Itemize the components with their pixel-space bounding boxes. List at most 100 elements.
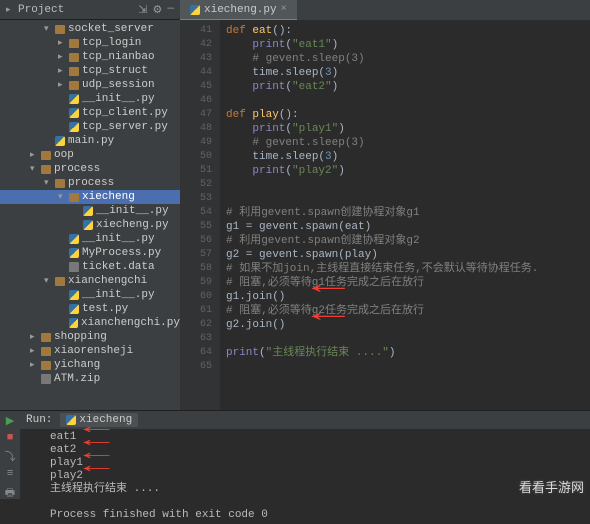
tree-item[interactable]: ▸yichang [0, 358, 180, 372]
code-line[interactable]: g1.join() [226, 290, 584, 304]
tree-item[interactable]: ▸tcp_struct [0, 64, 180, 78]
project-tool-header[interactable]: ▸ Project ⇲ ⚙ — [0, 0, 180, 20]
code-line[interactable]: # 利用gevent.spawn创建协程对象g1 [226, 206, 584, 220]
code-area[interactable]: def eat(): print("eat1") # gevent.sleep(… [220, 20, 590, 410]
tab-xiecheng[interactable]: xiecheng.py × [180, 0, 297, 20]
toggle-soft-wrap-icon[interactable]: ⤵ [5, 448, 16, 464]
tree-item[interactable]: tcp_server.py [0, 120, 180, 134]
collapse-icon[interactable]: ⇲ [138, 3, 147, 17]
code-line[interactable]: # 利用gevent.spawn创建协程对象g2 [226, 234, 584, 248]
py-icon [83, 220, 93, 230]
tree-item[interactable]: ▾xiecheng [0, 190, 180, 204]
tree-item[interactable]: ▸oop [0, 148, 180, 162]
tree-item[interactable]: __init__.py [0, 232, 180, 246]
file-icon [69, 262, 79, 272]
code-editor[interactable]: 4142434445464748495051525354555657585960… [180, 20, 590, 410]
code-line[interactable]: print("eat1") [226, 38, 584, 52]
tree-label: xiaorensheji [54, 345, 133, 357]
tree-item[interactable]: ▸tcp_nianbao [0, 50, 180, 64]
tree-label: __init__.py [96, 205, 169, 217]
code-line[interactable]: g1 = gevent.spawn(eat) [226, 220, 584, 234]
chevron-icon: ▸ [30, 332, 38, 342]
tree-item[interactable]: ▸udp_session [0, 78, 180, 92]
py-icon [69, 234, 79, 244]
tree-item[interactable]: ▾process [0, 176, 180, 190]
code-line[interactable]: # gevent.sleep(3) [226, 136, 584, 150]
tree-label: tcp_client.py [82, 107, 168, 119]
tree-item[interactable]: main.py [0, 134, 180, 148]
code-line[interactable]: def eat(): [226, 24, 584, 38]
tree-item[interactable]: __init__.py [0, 92, 180, 106]
rerun-icon[interactable]: ▶ [6, 414, 14, 428]
tree-label: __init__.py [82, 289, 155, 301]
stop-icon[interactable]: ■ [7, 432, 14, 444]
hide-icon[interactable]: — [167, 3, 174, 17]
code-line[interactable]: # gevent.sleep(3) [226, 52, 584, 66]
code-line[interactable] [226, 178, 584, 192]
tree-item[interactable]: __init__.py [0, 204, 180, 218]
code-line[interactable] [226, 360, 584, 374]
tree-item[interactable]: tcp_client.py [0, 106, 180, 120]
code-line[interactable]: print("play2") [226, 164, 584, 178]
tree-label: shopping [54, 331, 107, 343]
tree-item[interactable]: ▾xianchengchi [0, 274, 180, 288]
file-icon [41, 374, 51, 384]
tree-item[interactable]: xianchengchi.py [0, 316, 180, 330]
code-line[interactable]: g2 = gevent.spawn(play) [226, 248, 584, 262]
code-line[interactable]: print("eat2") [226, 80, 584, 94]
folder-icon [69, 67, 79, 76]
tree-item[interactable]: test.py [0, 302, 180, 316]
output-line: Process finished with exit code 0 [50, 509, 586, 522]
code-line[interactable]: print("play1") [226, 122, 584, 136]
py-icon [69, 290, 79, 300]
print-icon[interactable]: 🖶 [5, 484, 15, 503]
code-line[interactable] [226, 94, 584, 108]
tree-item[interactable]: MyProcess.py [0, 246, 180, 260]
tree-label: process [68, 177, 114, 189]
code-line[interactable]: def play(): [226, 108, 584, 122]
gear-icon[interactable]: ⚙ [153, 3, 163, 17]
chevron-down-icon: ▸ [6, 5, 14, 15]
scroll-icon[interactable]: ≡ [7, 468, 14, 480]
project-tree[interactable]: ▾socket_server▸tcp_login▸tcp_nianbao▸tcp… [0, 20, 180, 410]
output-line [50, 496, 586, 509]
chevron-icon: ▸ [58, 80, 66, 90]
code-line[interactable]: # 如果不加join,主线程直接结束任务,不会默认等待协程任务. [226, 262, 584, 276]
py-icon [69, 108, 79, 118]
py-icon [69, 122, 79, 132]
code-line[interactable]: g2.join() [226, 318, 584, 332]
tree-item[interactable]: __init__.py [0, 288, 180, 302]
folder-icon [55, 179, 65, 188]
run-output[interactable]: eat1←eat2←play1←play2←主线程执行结束 .... Proce… [20, 429, 590, 524]
watermark: 看看手游网 [519, 477, 584, 496]
code-line[interactable]: print("主线程执行结束 ....") [226, 346, 584, 360]
tree-item[interactable]: ▸xiaorensheji [0, 344, 180, 358]
folder-icon [69, 193, 79, 202]
folder-icon [41, 347, 51, 356]
code-line[interactable]: time.sleep(3) [226, 150, 584, 164]
tree-item[interactable]: xiecheng.py [0, 218, 180, 232]
code-line[interactable]: # 阻塞,必须等待g2任务完成之后在放行 [226, 304, 584, 318]
line-numbers: 4142434445464748495051525354555657585960… [180, 20, 220, 410]
tree-label: process [54, 163, 100, 175]
python-icon [66, 415, 76, 425]
tree-item[interactable]: ATM.zip [0, 372, 180, 386]
code-line[interactable]: # 阻塞,必须等待g1任务完成之后在放行 [226, 276, 584, 290]
folder-icon [41, 165, 51, 174]
tree-item[interactable]: ▸ shopping [0, 330, 180, 344]
tree-label: xianchengchi.py [81, 317, 180, 329]
tree-item[interactable]: ▾process [0, 162, 180, 176]
tree-item[interactable]: ticket.data [0, 260, 180, 274]
tree-item[interactable]: ▾socket_server [0, 22, 180, 36]
tree-label: __init__.py [82, 93, 155, 105]
code-line[interactable] [226, 192, 584, 206]
code-line[interactable] [226, 332, 584, 346]
code-line[interactable]: time.sleep(3) [226, 66, 584, 80]
folder-icon [69, 39, 79, 48]
py-icon [69, 318, 78, 328]
tree-item[interactable]: ▸tcp_login [0, 36, 180, 50]
close-icon[interactable]: × [281, 4, 287, 15]
py-icon [55, 136, 65, 146]
chevron-icon: ▸ [30, 360, 38, 370]
py-icon [69, 248, 79, 258]
